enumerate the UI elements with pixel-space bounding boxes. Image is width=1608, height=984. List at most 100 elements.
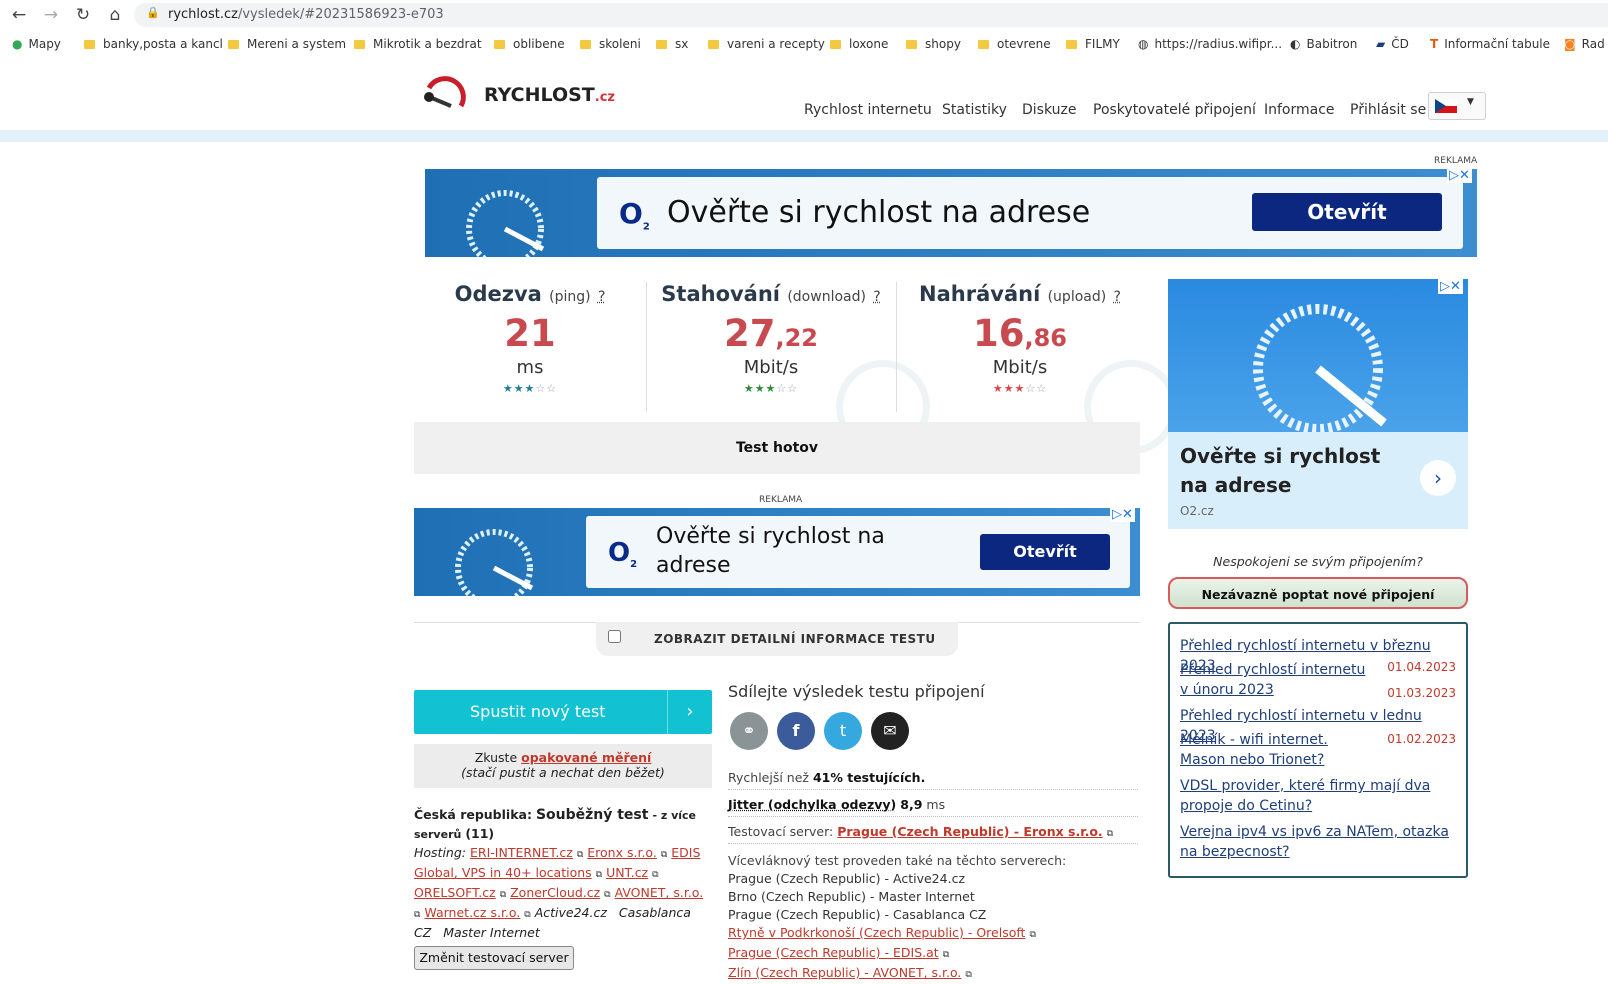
- ad-label: REKLAMA: [1434, 156, 1477, 166]
- download-help-link[interactable]: ?: [873, 289, 880, 305]
- server-item: Prague (Czech Republic) - Active24.cz: [728, 870, 1138, 888]
- host-link[interactable]: Eronx s.r.o.: [587, 845, 657, 860]
- bookmark-radius[interactable]: ◍ https://radius.wifipr...: [1138, 37, 1282, 51]
- ping-metric: Odezva (ping) ? 21 ms ★★★☆☆: [414, 282, 646, 412]
- bookmark-babitron[interactable]: ◐ Babitron: [1290, 37, 1357, 51]
- nav-login[interactable]: Přihlásit se: [1350, 102, 1426, 118]
- cd-icon: ▰: [1376, 37, 1385, 51]
- folder-icon: [978, 40, 989, 49]
- twitter-icon[interactable]: t: [824, 712, 862, 750]
- server-link[interactable]: Rtyně v Podkrkonoší (Czech Republic) - O…: [728, 925, 1025, 940]
- address-bar[interactable]: 🔒 rychlost.cz/vysledek/#20231586923-e703: [134, 3, 1608, 27]
- bookmark-info-board[interactable]: T Informační tabule: [1430, 37, 1550, 51]
- news-item[interactable]: Mělník - wifi internet. Mason nebo Trion…: [1180, 730, 1376, 770]
- ad-open-button[interactable]: Otevřít: [980, 534, 1110, 570]
- reload-icon[interactable]: ↻: [72, 4, 94, 26]
- speedometer-logo-icon[interactable]: [421, 70, 469, 118]
- details-checkbox[interactable]: [608, 630, 621, 643]
- nav-info[interactable]: Informace: [1264, 102, 1335, 118]
- nav-statistics[interactable]: Statistiky: [942, 102, 1007, 118]
- download-unit: Mbit/s: [650, 357, 892, 378]
- bookmark-folder[interactable]: oblibene: [494, 37, 565, 51]
- info-board-icon: T: [1430, 37, 1438, 51]
- bookmark-folder[interactable]: Mereni a system: [228, 37, 346, 51]
- ad-close-icon[interactable]: ▷✕: [1110, 508, 1135, 522]
- gauge-icon: [1238, 289, 1398, 439]
- run-new-test-button[interactable]: Spustit nový test ›: [414, 690, 712, 734]
- bookmark-maps[interactable]: ● Mapy: [12, 37, 61, 51]
- facebook-icon[interactable]: f: [777, 712, 815, 750]
- nav-providers[interactable]: Poskytovatelé připojení: [1093, 102, 1256, 118]
- nav-speed[interactable]: Rychlost internetu: [804, 102, 932, 118]
- folder-icon: [354, 40, 365, 49]
- bookmark-folder[interactable]: loxone: [830, 37, 888, 51]
- side-ad-banner[interactable]: ▷✕ Ověřte si rychlost na adrese O2.cz ›: [1168, 279, 1468, 529]
- details-toggle[interactable]: ZOBRAZIT DETAILNÍ INFORMACE TESTU: [596, 622, 958, 656]
- host-link[interactable]: ORELSOFT.cz: [414, 885, 496, 900]
- bookmark-folder[interactable]: Mikrotik a bezdrat: [354, 37, 482, 51]
- ping-help-link[interactable]: ?: [598, 289, 605, 305]
- folder-icon: [906, 40, 917, 49]
- change-server-button[interactable]: Změnit testovací server: [414, 946, 574, 970]
- bookmarks-bar: ● Mapy banky,posta a kancl Mereni a syste…: [0, 34, 1608, 58]
- host-link[interactable]: AVONET, s.r.o.: [615, 885, 704, 900]
- site-header: RYCHLOST.cz Rychlost internetu Statistik…: [0, 64, 1608, 142]
- bookmark-folder[interactable]: otevrene: [978, 37, 1051, 51]
- ad-close-icon[interactable]: ▷✕: [1447, 169, 1472, 183]
- gauge-icon: [444, 518, 544, 596]
- chevron-right-icon[interactable]: ›: [1420, 460, 1456, 496]
- external-link-icon: ⧉: [1107, 829, 1113, 839]
- server-link[interactable]: Zlín (Czech Republic) - AVONET, s.r.o.: [728, 965, 961, 980]
- ad-domain: O2.cz: [1180, 504, 1214, 518]
- bookmark-rad[interactable]: ◙ Rad: [1564, 37, 1605, 51]
- bookmark-folder[interactable]: vareni a recepty: [708, 37, 825, 51]
- host-link[interactable]: Warnet.cz s.r.o.: [424, 905, 520, 920]
- forward-icon[interactable]: →: [40, 4, 62, 26]
- rss-icon: ◙: [1564, 37, 1576, 51]
- repeat-test-link[interactable]: opakované měření: [521, 750, 651, 765]
- ad-open-button[interactable]: Otevřít: [1252, 193, 1442, 231]
- bookmark-folder[interactable]: skoleni: [580, 37, 641, 51]
- bookmark-folder[interactable]: banky,posta a kancl: [84, 37, 223, 51]
- news-item[interactable]: Přehled rychlostí internetu v únoru 2023: [1180, 660, 1376, 700]
- folder-icon: [830, 40, 841, 49]
- host-link[interactable]: UNT.cz: [606, 865, 648, 880]
- site-logo[interactable]: RYCHLOST.cz: [484, 84, 615, 106]
- repeat-test-box: Zkuste opakované měření (stačí pustit a …: [414, 744, 712, 788]
- request-connection-button[interactable]: Nezávazně poptat nové připojení: [1168, 577, 1468, 609]
- divider: [646, 282, 647, 412]
- faster-than: Rychlejší než 41% testujících.: [728, 770, 1138, 790]
- multithread-servers: Vícevláknový test proveden také na těcht…: [728, 852, 1138, 984]
- home-icon[interactable]: ⌂: [104, 4, 126, 26]
- external-link-icon: ⧉: [414, 910, 420, 920]
- news-item[interactable]: Verejna ipv4 vs ipv6 za NATem, otazka na…: [1180, 822, 1456, 862]
- folder-icon: [84, 40, 95, 49]
- bookmark-folder[interactable]: shopy: [906, 37, 961, 51]
- top-ad-banner[interactable]: O2 Ověřte si rychlost na adrese Otevřít …: [425, 169, 1477, 257]
- server-summary: Česká republika: Souběžný test - z více …: [414, 806, 714, 844]
- test-server-link[interactable]: Prague (Czech Republic) - Eronx s.r.o.: [837, 824, 1102, 839]
- folder-icon: [708, 40, 719, 49]
- upload-help-link[interactable]: ?: [1114, 289, 1121, 305]
- language-select[interactable]: ▼: [1428, 92, 1486, 120]
- link-icon[interactable]: ⚭: [730, 712, 768, 750]
- bookmark-cd[interactable]: ▰ ČD: [1376, 37, 1409, 51]
- email-icon[interactable]: ✉: [871, 712, 909, 750]
- host-link[interactable]: ZonerCloud.cz: [510, 885, 600, 900]
- ad-close-icon[interactable]: ▷✕: [1438, 279, 1463, 294]
- chevron-right-icon: ›: [667, 690, 712, 734]
- bookmark-folder[interactable]: FILMY: [1066, 37, 1120, 51]
- download-rating: ★★★☆☆: [650, 382, 892, 395]
- host-link[interactable]: ERI-INTERNET.cz: [470, 845, 573, 860]
- back-icon[interactable]: ←: [8, 4, 30, 26]
- ad-headline: Ověřte si rychlost na adrese: [667, 195, 1090, 230]
- server-link[interactable]: Prague (Czech Republic) - EDIS.at: [728, 945, 939, 960]
- ping-rating: ★★★☆☆: [414, 382, 646, 395]
- ad-headline: Ověřte si rychlost na adrese: [1180, 442, 1410, 500]
- babitron-icon: ◐: [1290, 37, 1300, 51]
- news-item[interactable]: VDSL provider, které firmy mají dva prop…: [1180, 776, 1446, 816]
- nav-discussion[interactable]: Diskuze: [1022, 102, 1076, 118]
- upload-rating: ★★★☆☆: [900, 382, 1140, 395]
- bookmark-folder[interactable]: sx: [656, 37, 688, 51]
- mid-ad-banner[interactable]: O2 Ověřte si rychlost na adrese Otevřít …: [414, 508, 1140, 596]
